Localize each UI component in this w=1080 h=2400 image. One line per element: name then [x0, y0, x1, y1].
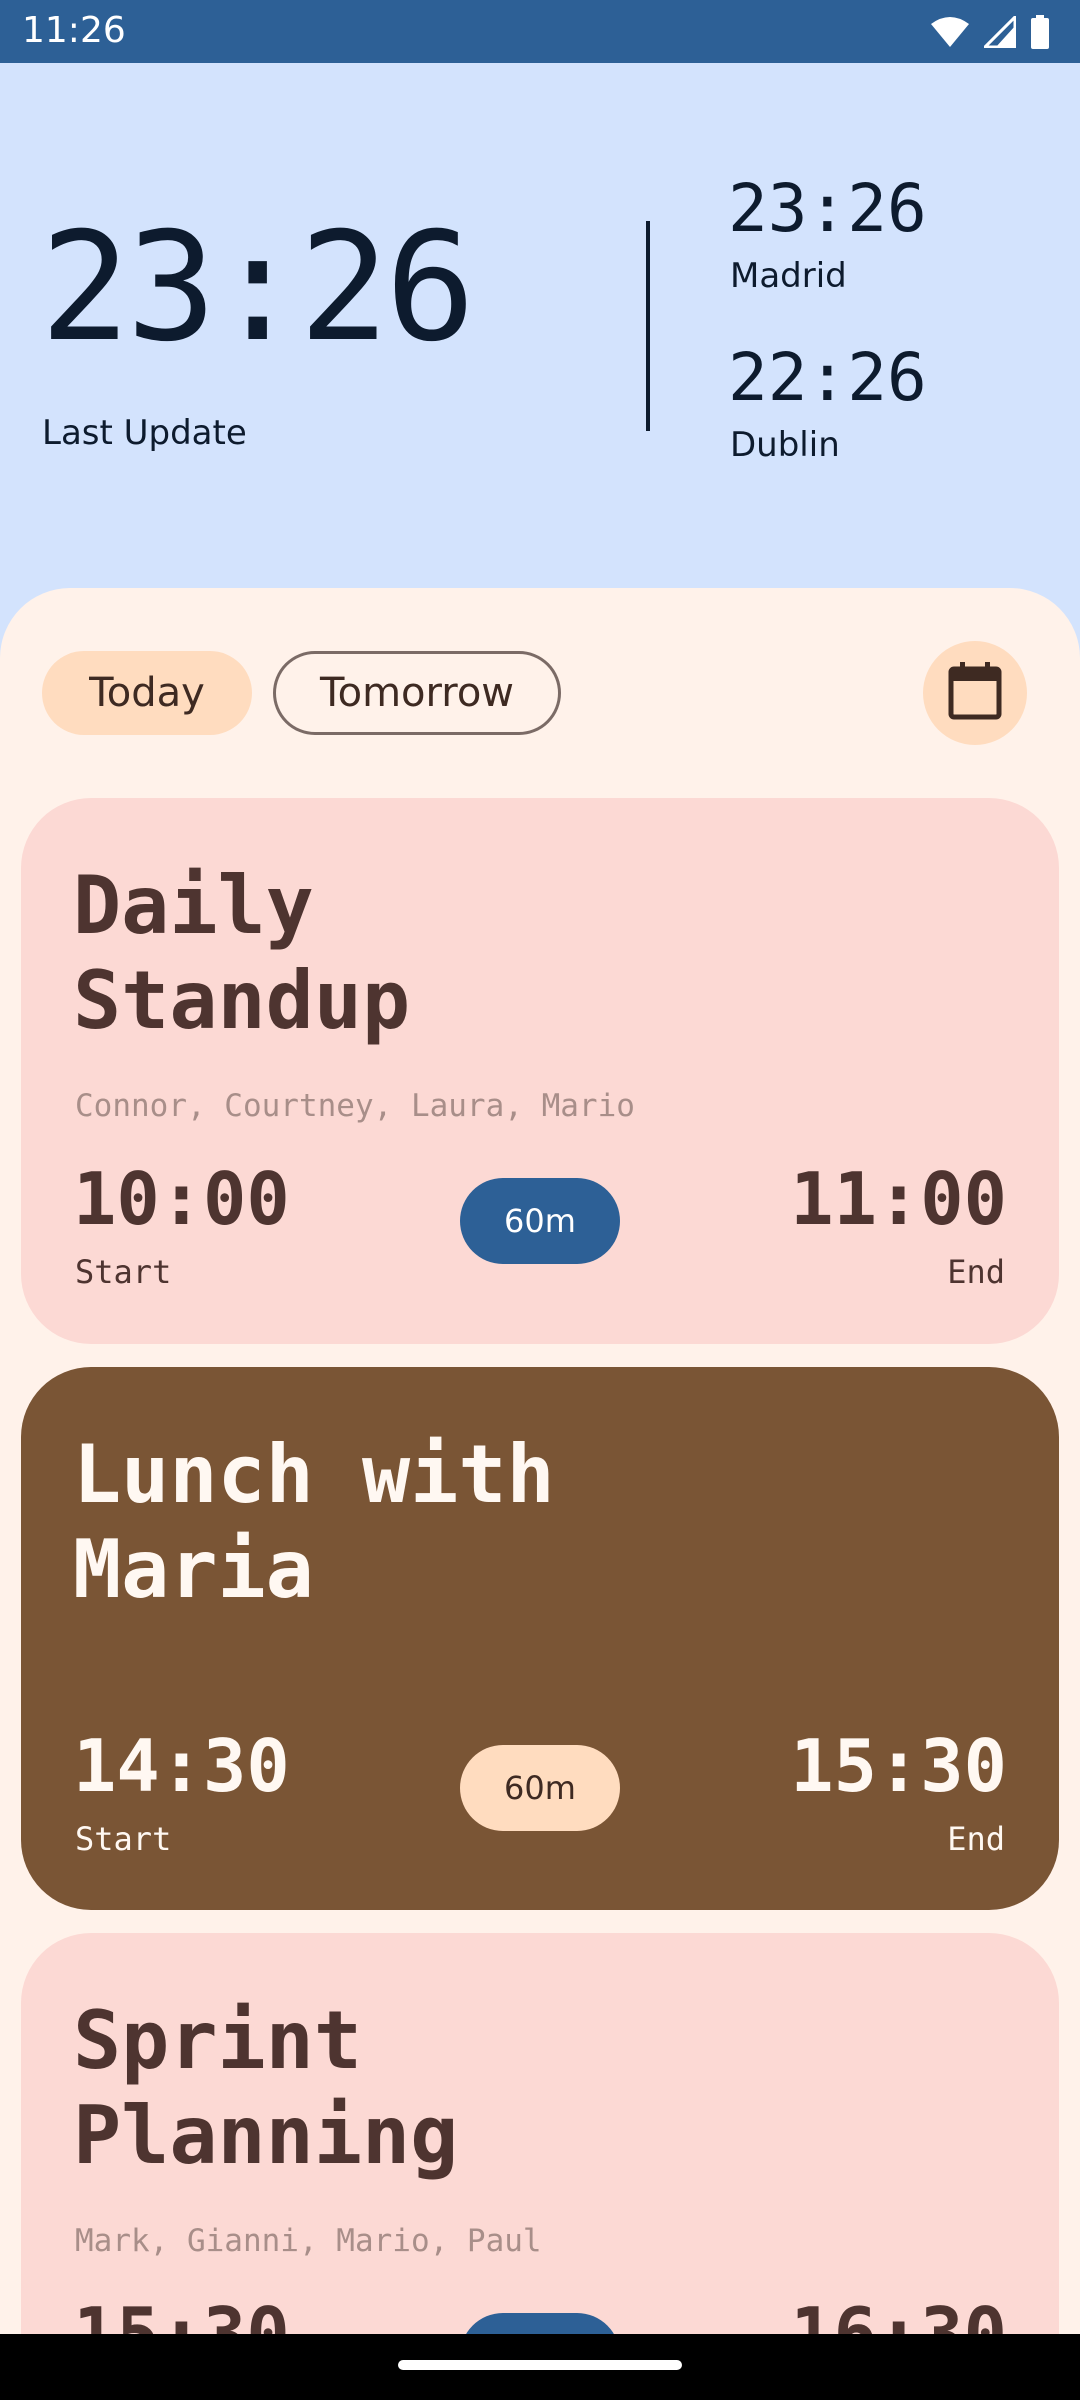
main-clock-time: 23:26 — [40, 201, 476, 375]
events-sheet: Today Tomorrow Daily Standup Connor, Cou… — [0, 588, 1080, 2400]
event-card-sprint-planning[interactable]: Sprint Planning Mark, Gianni, Mario, Pau… — [21, 1933, 1059, 2400]
clock-area: 23:26 Last Update 23:26 Madrid 22:26 Dub… — [0, 63, 1080, 603]
event-end-time: 15:30 — [790, 1724, 1007, 1808]
event-end-time: 11:00 — [790, 1157, 1007, 1241]
today-chip[interactable]: Today — [42, 651, 252, 735]
event-start-label: Start — [75, 1253, 172, 1291]
battery-icon — [1030, 15, 1050, 49]
zone-time-dublin: 22:26 — [728, 339, 927, 416]
status-bar: 11:26 — [0, 0, 1080, 63]
status-icons — [930, 12, 1050, 52]
event-duration-badge: 60m — [460, 1745, 620, 1831]
status-time: 11:26 — [22, 10, 126, 51]
event-card-daily-standup[interactable]: Daily Standup Connor, Courtney, Laura, M… — [21, 798, 1059, 1344]
event-attendees: Connor, Courtney, Laura, Mario — [75, 1088, 635, 1124]
event-card-lunch-with-maria[interactable]: Lunch with Maria 14:30 Start 60m 15:30 E… — [21, 1367, 1059, 1910]
wifi-icon — [930, 16, 970, 48]
zone-city-dublin: Dublin — [730, 425, 840, 465]
event-end-label: End — [947, 1820, 1005, 1858]
event-duration-badge: 60m — [460, 1178, 620, 1264]
event-title: Daily Standup — [73, 859, 411, 1047]
home-gesture-handle[interactable] — [398, 2360, 682, 2370]
clock-divider — [646, 221, 650, 431]
calendar-icon — [947, 661, 1003, 725]
zone-time-madrid: 23:26 — [728, 170, 927, 247]
zone-city-madrid: Madrid — [730, 256, 847, 296]
event-start-label: Start — [75, 1820, 172, 1858]
event-start-time: 10:00 — [73, 1157, 290, 1241]
calendar-button[interactable] — [923, 641, 1027, 745]
event-attendees: Mark, Gianni, Mario, Paul — [75, 2223, 542, 2259]
tomorrow-chip[interactable]: Tomorrow — [273, 651, 561, 735]
event-title: Lunch with Maria — [73, 1428, 555, 1616]
main-clock-label: Last Update — [42, 413, 247, 453]
navigation-bar — [0, 2334, 1080, 2400]
event-title: Sprint Planning — [73, 1994, 459, 2182]
signal-icon — [984, 16, 1016, 48]
event-start-time: 14:30 — [73, 1724, 290, 1808]
event-end-label: End — [947, 1253, 1005, 1291]
